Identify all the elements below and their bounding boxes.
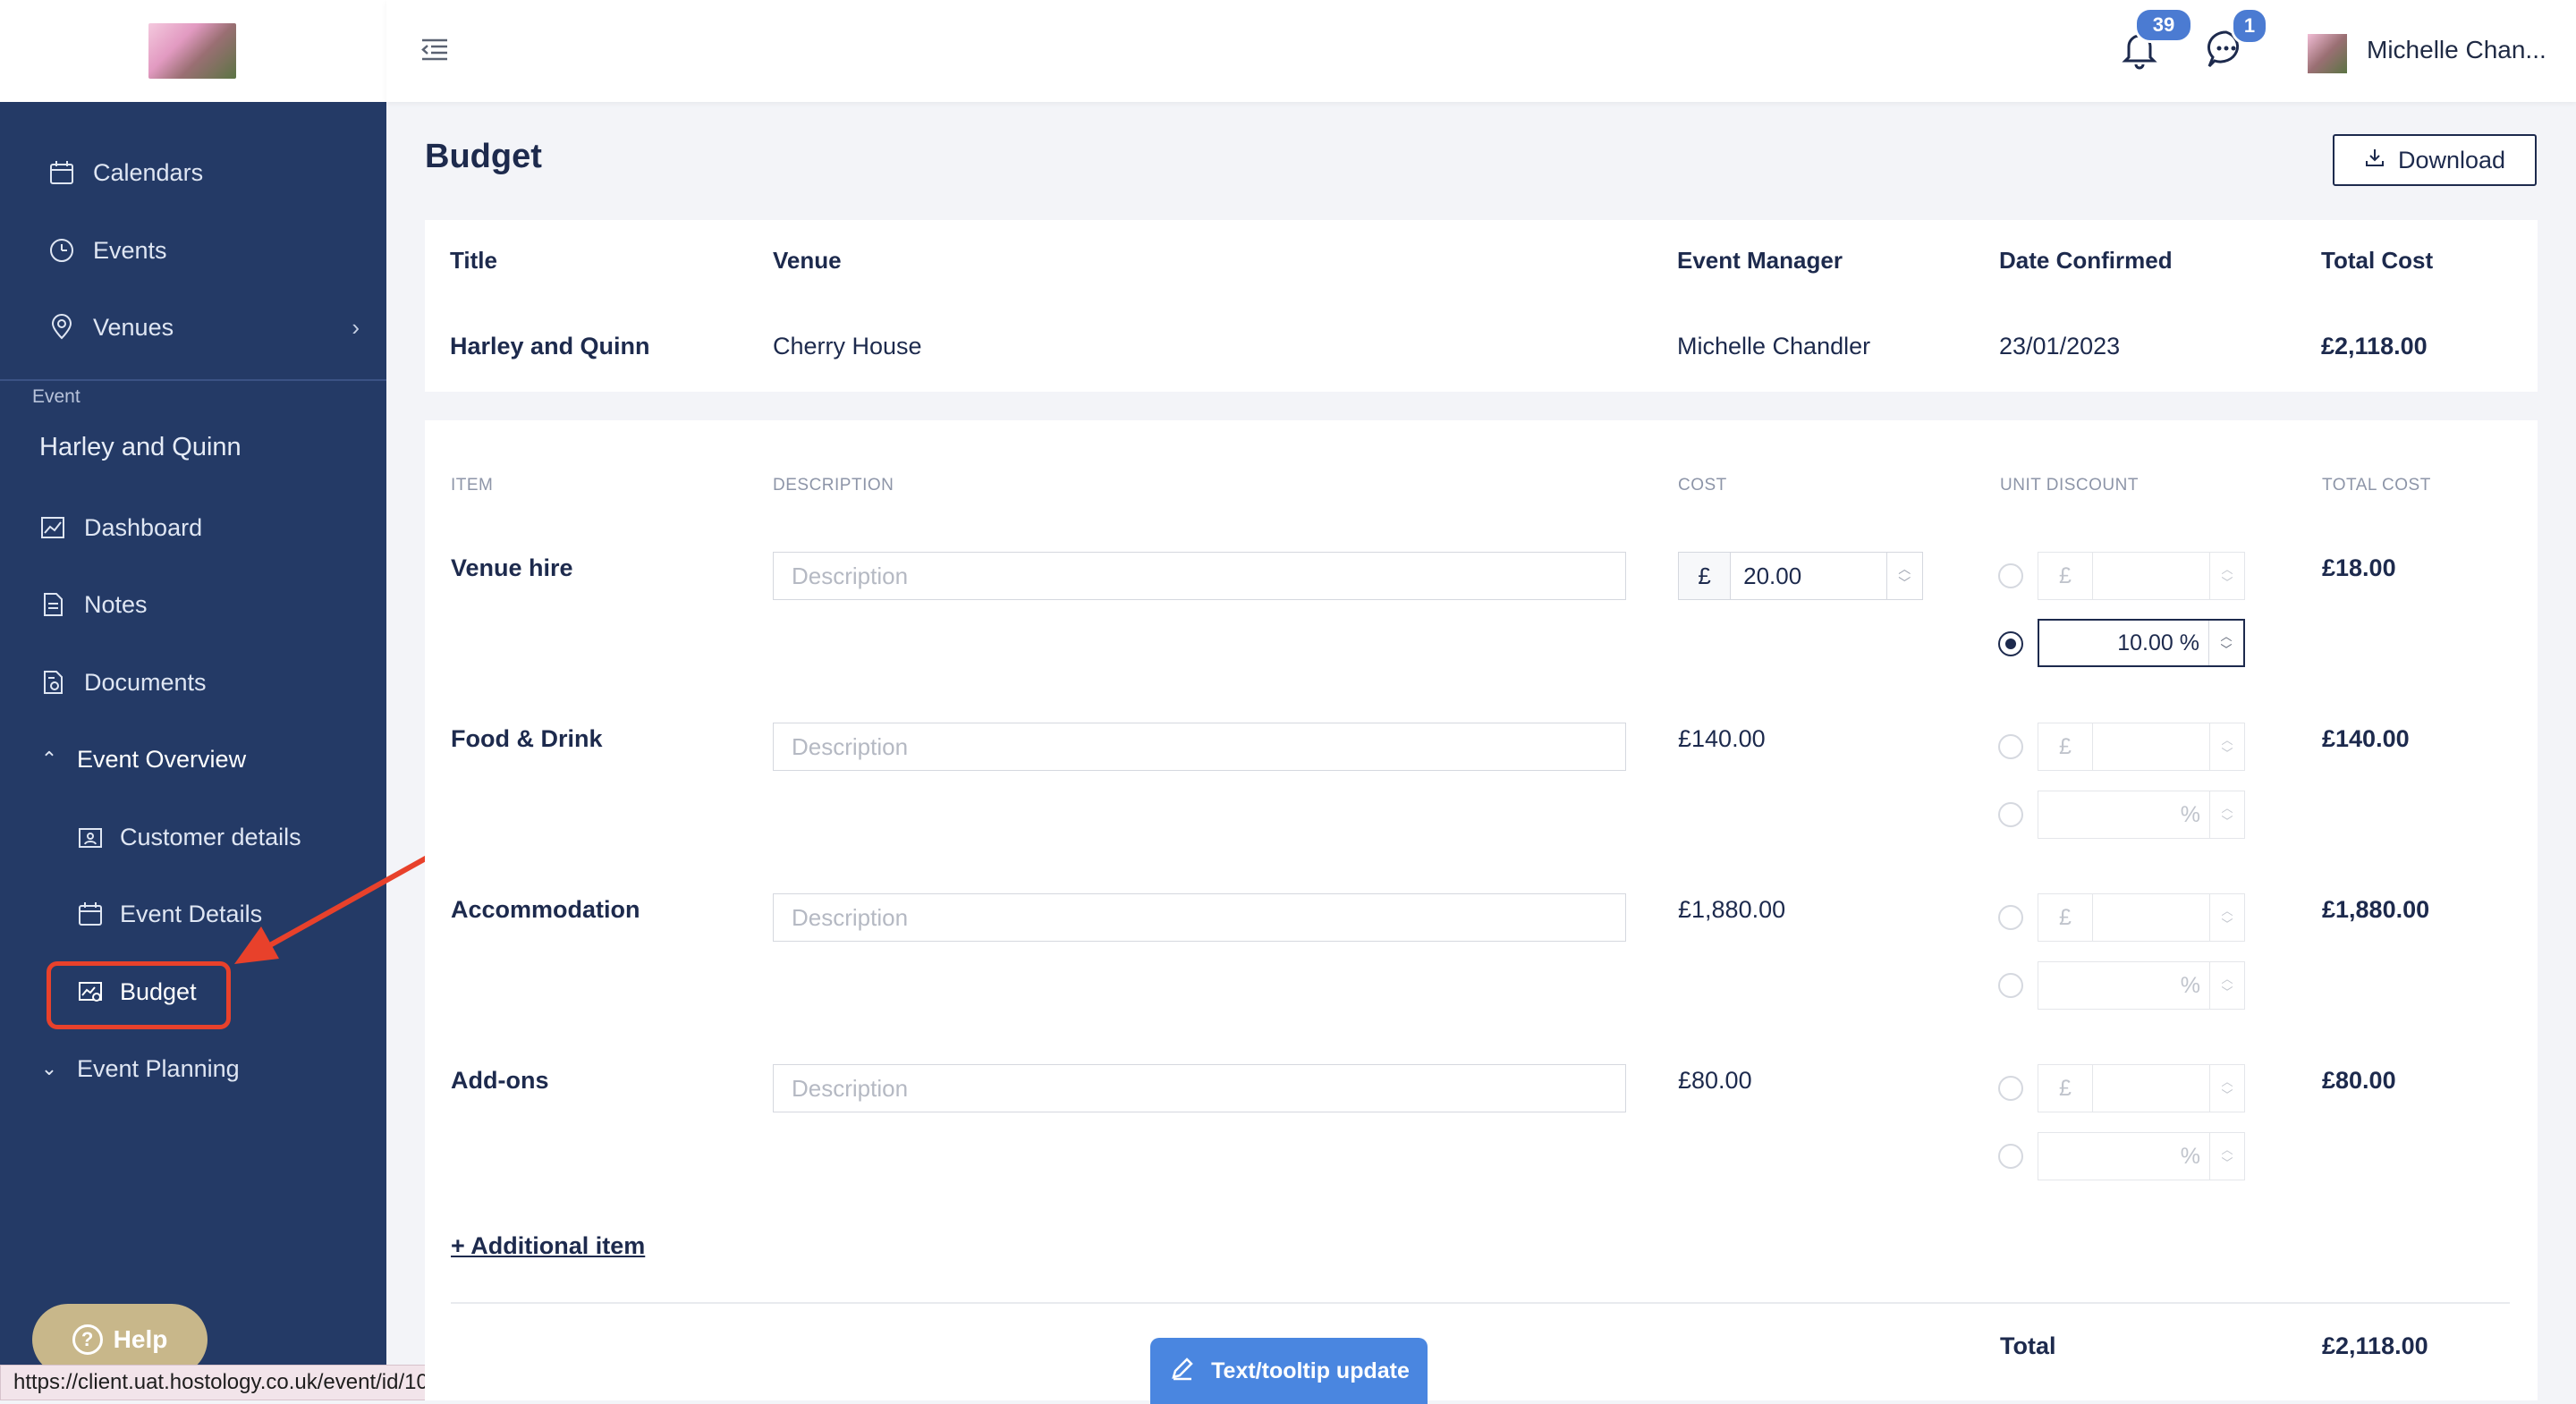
- currency-prefix: £: [2038, 723, 2093, 770]
- download-label: Download: [2397, 146, 2506, 173]
- discount-amount-radio[interactable]: [1998, 734, 2023, 759]
- description-input[interactable]: Description: [773, 1064, 1626, 1112]
- pencil-icon: [1168, 1354, 1197, 1389]
- description-input[interactable]: Description: [773, 893, 1626, 942]
- messages-badge: 1: [2231, 7, 2268, 45]
- discount-percent-group[interactable]: % ︿ ﹀: [2038, 961, 2245, 1010]
- row-total: £1,880.00: [2322, 896, 2430, 923]
- currency-prefix: £: [2038, 1065, 2093, 1112]
- discount-amount-group[interactable]: £ ︿ ﹀: [2038, 893, 2245, 942]
- discount-amount-input[interactable]: [2093, 723, 2209, 770]
- column-header-description: DESCRIPTION: [773, 476, 894, 495]
- discount-percent-input[interactable]: 10.00 %: [2039, 621, 2208, 665]
- discount-percent-input[interactable]: %: [2038, 1133, 2209, 1180]
- discount-percent-radio[interactable]: [1998, 802, 2023, 827]
- discount-amount-group[interactable]: £ ︿ ﹀: [2038, 552, 2245, 600]
- add-item-link[interactable]: + Additional item: [451, 1232, 645, 1260]
- discount-percent-stepper[interactable]: ︿ ﹀: [2209, 791, 2244, 838]
- row-total: £80.00: [2322, 1067, 2396, 1094]
- text-tooltip-update-button[interactable]: Text/tooltip update: [1150, 1338, 1428, 1404]
- budget-item-name: Venue hire: [451, 554, 573, 581]
- discount-amount-input[interactable]: [2093, 894, 2209, 941]
- row-cost: £1,880.00: [1678, 896, 1786, 923]
- discount-percent-group[interactable]: % ︿ ﹀: [2038, 791, 2245, 839]
- avatar[interactable]: [2308, 34, 2347, 73]
- discount-amount-group[interactable]: £ ︿ ﹀: [2038, 723, 2245, 771]
- summary-card: Title Venue Event Manager Date Confirmed…: [425, 220, 2538, 392]
- budget-item-name: Food & Drink: [451, 725, 603, 752]
- download-icon: [2364, 147, 2385, 174]
- discount-percent-input[interactable]: %: [2038, 791, 2209, 838]
- download-button[interactable]: Download: [2333, 134, 2537, 186]
- row-total: £140.00: [2322, 725, 2410, 752]
- description-input[interactable]: Description: [773, 723, 1626, 771]
- notifications-badge: 39: [2134, 7, 2193, 43]
- discount-percent-group[interactable]: 10.00 % ︿ ﹀: [2038, 619, 2245, 667]
- summary-total-cost-value: £2,118.00: [2321, 333, 2428, 359]
- discount-amount-stepper[interactable]: ︿ ﹀: [2209, 894, 2244, 941]
- currency-prefix: £: [2038, 894, 2093, 941]
- discount-amount-group[interactable]: £ ︿ ﹀: [2038, 1064, 2245, 1112]
- discount-percent-input[interactable]: %: [2038, 962, 2209, 1009]
- column-header-cost: COST: [1678, 476, 1727, 495]
- tooltip-update-label: Text/tooltip update: [1211, 1357, 1410, 1383]
- discount-amount-radio[interactable]: [1998, 905, 2023, 930]
- discount-percent-stepper[interactable]: ︿ ﹀: [2209, 1133, 2244, 1180]
- discount-percent-radio[interactable]: [1998, 973, 2023, 998]
- budget-item-name: Accommodation: [451, 896, 640, 923]
- summary-header-venue: Venue: [773, 247, 842, 274]
- summary-header-total-cost: Total Cost: [2321, 247, 2434, 274]
- total-label: Total: [2000, 1332, 2056, 1359]
- row-total: £18.00: [2322, 554, 2396, 581]
- discount-amount-radio[interactable]: [1998, 563, 2023, 588]
- discount-amount-stepper[interactable]: ︿ ﹀: [2209, 1065, 2244, 1112]
- row-cost: £80.00: [1678, 1067, 1752, 1094]
- summary-date-confirmed-value: 23/01/2023: [1999, 333, 2121, 359]
- grand-total: £2,118.00: [2322, 1332, 2428, 1359]
- currency-prefix: £: [1679, 553, 1732, 599]
- row-cost: £140.00: [1678, 725, 1766, 752]
- user-name[interactable]: Michelle Chan...: [2367, 36, 2546, 64]
- summary-title-value: Harley and Quinn: [450, 333, 650, 359]
- currency-prefix: £: [2038, 553, 2093, 599]
- discount-amount-input[interactable]: [2093, 553, 2209, 599]
- description-input[interactable]: Description: [773, 552, 1626, 600]
- summary-event-manager-value: Michelle Chandler: [1677, 333, 1871, 359]
- cost-stepper[interactable]: ︿ ﹀: [1885, 553, 1922, 599]
- column-header-total-cost: TOTAL COST: [2322, 476, 2431, 495]
- discount-amount-input[interactable]: [2093, 1065, 2209, 1112]
- summary-header-date-confirmed: Date Confirmed: [1999, 247, 2173, 274]
- discount-amount-stepper[interactable]: ︿ ﹀: [2209, 553, 2244, 599]
- discount-percent-radio[interactable]: [1998, 1144, 2023, 1169]
- summary-header-event-manager: Event Manager: [1677, 247, 1843, 274]
- total-separator: [451, 1302, 2510, 1304]
- discount-percent-radio[interactable]: [1998, 631, 2023, 656]
- budget-item-name: Add-ons: [451, 1067, 549, 1094]
- summary-header-title: Title: [450, 247, 497, 274]
- page-title: Budget: [425, 138, 542, 175]
- discount-amount-stepper[interactable]: ︿ ﹀: [2209, 723, 2244, 770]
- discount-percent-stepper[interactable]: ︿ ﹀: [2208, 621, 2243, 665]
- discount-percent-group[interactable]: % ︿ ﹀: [2038, 1132, 2245, 1180]
- cost-input[interactable]: 20.00: [1731, 553, 1886, 599]
- discount-amount-radio[interactable]: [1998, 1076, 2023, 1101]
- menu-collapse-icon[interactable]: [419, 34, 451, 71]
- column-header-unit-discount: UNIT DISCOUNT: [2000, 476, 2139, 495]
- discount-percent-stepper[interactable]: ︿ ﹀: [2209, 962, 2244, 1009]
- summary-venue-value: Cherry House: [773, 333, 922, 359]
- column-header-item: ITEM: [451, 476, 494, 495]
- cost-input-group[interactable]: £ 20.00 ︿ ﹀: [1678, 552, 1923, 600]
